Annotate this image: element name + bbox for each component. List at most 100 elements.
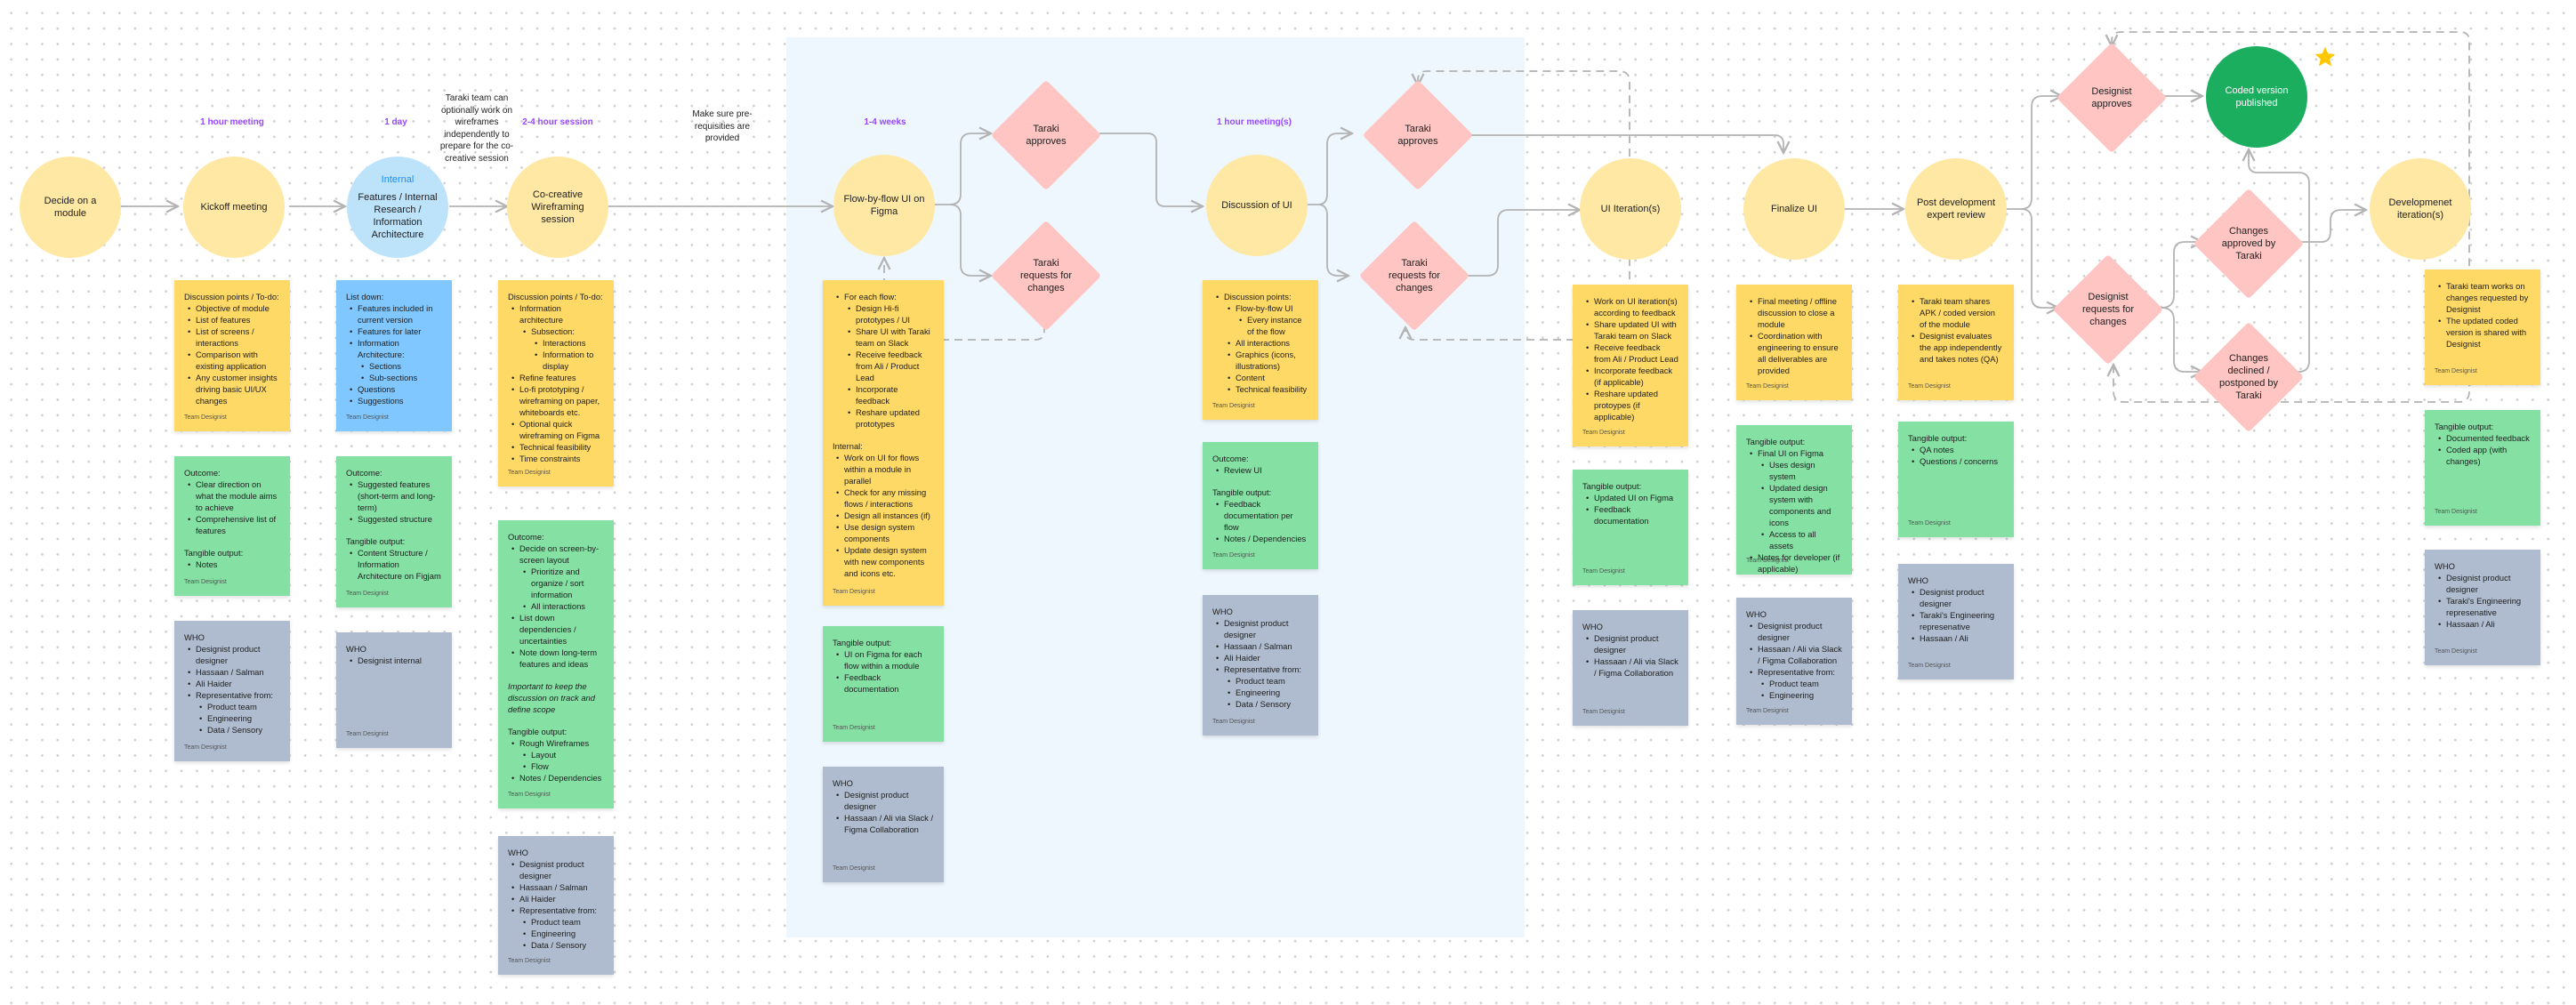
node-coded-published[interactable]: Coded version published bbox=[2206, 46, 2307, 148]
list-item: Incorporate feedback bbox=[848, 383, 934, 406]
list-item: All interactions bbox=[1228, 337, 1308, 349]
node-dev-iterations[interactable]: Developmenet iteration(s) bbox=[2370, 158, 2471, 260]
decision-designist-requests[interactable]: Designist requests for changes bbox=[2052, 253, 2164, 366]
sticky-cocreative-outcome[interactable]: Outcome: Decide on screen-by-screen layo… bbox=[498, 520, 614, 808]
node-label: Kickoff meeting bbox=[200, 202, 268, 213]
sticky-author: Team Designist bbox=[833, 725, 875, 731]
sticky-heading: Tangible output: bbox=[1908, 433, 1968, 443]
sticky-review-todo[interactable]: Taraki team shares APK / coded version o… bbox=[1898, 285, 2014, 400]
decision-taraki-requests-2[interactable]: Taraki requests for changes bbox=[1358, 220, 1470, 332]
sticky-cocreative-todo[interactable]: Discussion points / To-do: Information a… bbox=[498, 280, 614, 486]
sticky-features-list[interactable]: List down: Features included in current … bbox=[336, 280, 452, 431]
sticky-discussion-todo[interactable]: Discussion points: Flow-by-flow UI Every… bbox=[1203, 280, 1318, 420]
list-item: List of screens / interactions bbox=[188, 326, 280, 349]
list-item: Hassaan / Salman bbox=[188, 666, 280, 678]
node-kickoff-meeting[interactable]: Kickoff meeting bbox=[183, 157, 285, 258]
decision-taraki-approves-2[interactable]: Taraki approves bbox=[1362, 79, 1474, 191]
sticky-features-outcome[interactable]: Outcome: Suggested features (short-term … bbox=[336, 456, 452, 607]
sticky-author: Team Designist bbox=[346, 414, 389, 421]
list-item: Product team bbox=[1761, 678, 1842, 689]
node-finalize-ui[interactable]: Finalize UI bbox=[1743, 158, 1845, 260]
list-item: Data / Sensory bbox=[523, 939, 604, 951]
sticky-discussion-who[interactable]: WHO Designist product designer Hassaan /… bbox=[1203, 595, 1318, 736]
node-flow-ui[interactable]: Flow-by-flow UI on Figma bbox=[833, 155, 935, 256]
list-item: Design Hi-fi prototypes / UI bbox=[848, 302, 934, 326]
list-item: Information to display bbox=[535, 349, 604, 372]
sticky-iteration-todo[interactable]: Work on UI iteration(s) according to fee… bbox=[1573, 285, 1688, 446]
node-features-research[interactable]: Internal Features / Internal Research / I… bbox=[347, 157, 448, 258]
list-item: Decide on screen-by-screen layout Priori… bbox=[511, 543, 604, 612]
list-item: Updated UI on Figma bbox=[1586, 492, 1678, 503]
decision-changes-approved[interactable]: Changes approved by Taraki bbox=[2193, 188, 2305, 300]
list-item: Work on UI iteration(s) according to fee… bbox=[1586, 295, 1678, 318]
sticky-heading: WHO bbox=[1746, 609, 1767, 619]
sticky-heading: Tangible output: bbox=[2435, 422, 2494, 431]
sticky-review-tangible[interactable]: Tangible output: QA notesQuestions / con… bbox=[1898, 422, 2014, 537]
sticky-review-who[interactable]: WHO Designist product designer Taraki's … bbox=[1898, 564, 2014, 679]
sticky-author: Team Designist bbox=[1746, 708, 1789, 714]
list-item: Feedback documentation bbox=[836, 671, 934, 695]
sticky-flow-who[interactable]: WHO Designist product designerHassaan / … bbox=[823, 767, 944, 882]
list-item: Engineering bbox=[523, 928, 604, 939]
sticky-cocreative-who[interactable]: WHO Designist product designer Hassaan /… bbox=[498, 836, 614, 975]
sticky-heading: WHO bbox=[833, 778, 853, 788]
sticky-author: Team Designist bbox=[1908, 520, 1951, 527]
list-item: Share UI with Taraki team on Slack bbox=[848, 326, 934, 349]
sticky-flow-todo[interactable]: For each flow: Design Hi-fi prototypes /… bbox=[823, 280, 944, 606]
sticky-iteration-tangible[interactable]: Tangible output: Updated UI on FigmaFeed… bbox=[1573, 470, 1688, 585]
list-item: Refine features bbox=[511, 372, 604, 383]
list-item: Product team bbox=[1228, 675, 1308, 687]
sticky-kickoff-todo[interactable]: Discussion points / To-do: Objective of … bbox=[174, 280, 290, 431]
list-item: Notes / Dependencies bbox=[1216, 533, 1308, 544]
node-label: Developmenet iteration(s) bbox=[2388, 197, 2452, 221]
decision-changes-declined[interactable]: Changes declined / postponed by Taraki bbox=[2193, 321, 2305, 433]
sticky-author: Team Designist bbox=[346, 731, 389, 737]
sticky-author: Team Designist bbox=[1212, 552, 1255, 559]
list-item: Feedback documentation per flow bbox=[1216, 498, 1308, 533]
node-cocreative-session[interactable]: Co-creative Wireframing session bbox=[507, 157, 608, 258]
sticky-kickoff-outcome[interactable]: Outcome: Clear direction on what the mod… bbox=[174, 456, 290, 596]
sticky-finalize-who[interactable]: WHO Designist product designer Hassaan /… bbox=[1736, 598, 1852, 725]
node-post-dev-review[interactable]: Post development expert review bbox=[1905, 158, 2007, 260]
sticky-devit-tangible[interactable]: Tangible output: Documented feedbackCode… bbox=[2425, 410, 2540, 526]
sticky-devit-who[interactable]: WHO Designist product designer Taraki's … bbox=[2425, 550, 2540, 665]
node-ui-iterations[interactable]: UI Iteration(s) bbox=[1580, 158, 1681, 260]
sticky-kickoff-who[interactable]: WHO Designist product designer Hassaan /… bbox=[174, 621, 290, 761]
note-taraki-optional: Taraki team can optionally work on wiref… bbox=[439, 93, 514, 164]
list-item: Subsection: InteractionsInformation to d… bbox=[523, 326, 604, 372]
sticky-iteration-who[interactable]: WHO Designist product designerHassaan / … bbox=[1573, 610, 1688, 726]
sticky-author: Team Designist bbox=[1582, 568, 1625, 575]
sticky-heading: Tangible output: bbox=[833, 638, 892, 647]
list-item: Coordination with engineering to ensure … bbox=[1750, 330, 1842, 376]
sticky-discussion-outcome[interactable]: Outcome: Review UI Tangible output: Feed… bbox=[1203, 442, 1318, 569]
list-item: Information Architecture: SectionsSub-se… bbox=[350, 337, 442, 383]
sticky-author: Team Designist bbox=[1746, 383, 1789, 390]
list-item: Hassaan / Ali via Slack / Figma Collabor… bbox=[836, 812, 934, 835]
sticky-author: Team Designist bbox=[2435, 368, 2477, 374]
connector-discussion-to-requests2 bbox=[1317, 204, 1348, 276]
connector-flow-to-requests bbox=[949, 204, 991, 276]
decision-designist-approves[interactable]: Designist approves bbox=[2056, 42, 2168, 154]
decision-taraki-requests-1[interactable]: Taraki requests for changes bbox=[990, 220, 1102, 332]
sticky-features-who[interactable]: WHO Designist internal Team Designist bbox=[336, 632, 452, 748]
sticky-finalize-todo[interactable]: Final meeting / offline discussion to cl… bbox=[1736, 285, 1852, 400]
sticky-heading: Tangible output: bbox=[184, 548, 244, 558]
list-item: Comparison with existing application bbox=[188, 349, 280, 372]
sticky-author: Team Designist bbox=[1908, 383, 1951, 390]
decision-taraki-approves-1[interactable]: Taraki approves bbox=[990, 79, 1102, 191]
note-prerequisites: Make sure pre-requisities are provided bbox=[692, 109, 753, 144]
node-discussion-ui[interactable]: Discussion of UI bbox=[1206, 155, 1308, 256]
list-item: Flow bbox=[523, 760, 604, 772]
sticky-devit-todo[interactable]: Taraki team works on changes requested b… bbox=[2425, 269, 2540, 385]
list-item: Technical feasibility bbox=[1228, 383, 1308, 395]
sticky-list: Objective of module List of features Lis… bbox=[184, 302, 280, 406]
list-item: Comprehensive list of features bbox=[188, 513, 280, 536]
sticky-flow-tangible[interactable]: Tangible output: UI on Figma for each fl… bbox=[823, 626, 944, 742]
list-item: Objective of module bbox=[188, 302, 280, 314]
node-decide-module[interactable]: Decide on a module bbox=[20, 157, 121, 258]
sticky-heading: Outcome: bbox=[184, 468, 221, 478]
sticky-finalize-tangible[interactable]: Tangible output: Final UI on Figma Uses … bbox=[1736, 425, 1852, 575]
list-item: Suggestions bbox=[350, 395, 442, 406]
list-item: Representative from: Product teamEnginee… bbox=[511, 904, 604, 951]
duration-cocreative: 2-4 hour session bbox=[522, 117, 593, 127]
